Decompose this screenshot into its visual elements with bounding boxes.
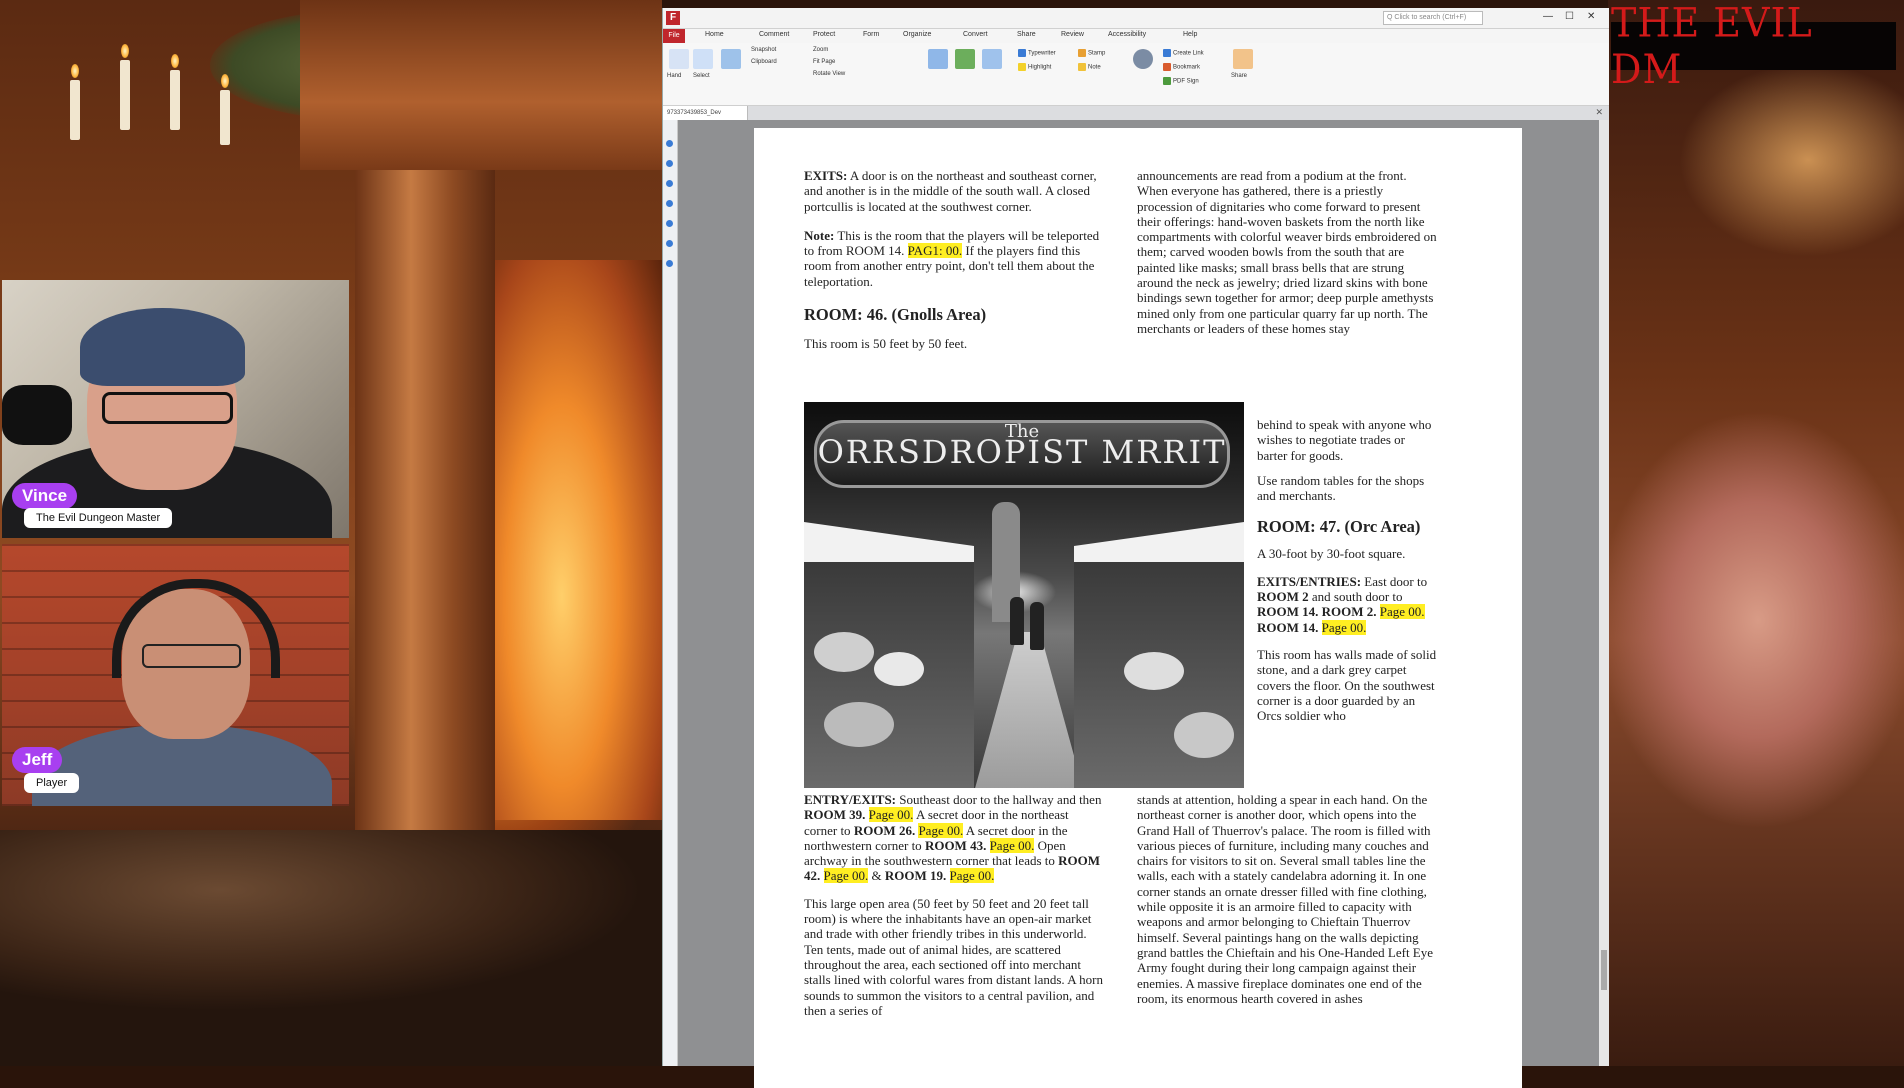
- ribbon-note[interactable]: Note: [1078, 63, 1101, 71]
- menu-accessibility[interactable]: Accessibility: [1108, 31, 1146, 38]
- ribbon-rotate-view[interactable]: Rotate View: [813, 71, 845, 77]
- fireplace-pillar: [355, 170, 495, 830]
- room-46-heading: ROOM: 46. (Gnolls Area): [804, 305, 987, 325]
- document-viewer[interactable]: EXITS: A door is on the northeast and so…: [678, 120, 1609, 1088]
- stream-title: THE EVIL DM: [1611, 0, 1813, 93]
- ribbon-toolbar: Hand Select Snapshot Clipboard Zoom Fit …: [663, 43, 1609, 106]
- webcam-vince: Vince The Evil Dungeon Master: [2, 280, 349, 538]
- grand-hall-paragraph: stands at attention, holding a spear in …: [1137, 792, 1434, 1006]
- negotiate-paragraph: behind to speak with anyone who wishes t…: [1257, 417, 1432, 463]
- left-column-top: EXITS: A door is on the northeast and so…: [804, 168, 1104, 361]
- cam-name-label: Vince: [12, 483, 78, 509]
- menu-review[interactable]: Review: [1061, 31, 1084, 38]
- minimize-button[interactable]: —: [1543, 11, 1553, 22]
- market-illustration: The ORRSDROPIST MRRIT: [804, 402, 1244, 788]
- left-toolbar: [663, 120, 678, 1066]
- user-icon[interactable]: [1133, 49, 1153, 69]
- ribbon-pdf-sign[interactable]: PDF Sign: [1163, 77, 1199, 85]
- webcam-jeff: Jeff Player: [2, 544, 349, 806]
- menu-help[interactable]: Help: [1183, 31, 1197, 38]
- room-47-walls: This room has walls made of solid stone,…: [1257, 646, 1437, 724]
- menu-protect[interactable]: Protect: [813, 31, 835, 38]
- menu-bar: File Home Comment Protect Form Organize …: [663, 29, 1609, 43]
- note-paragraph: Note: This is the room that the players …: [804, 227, 1100, 289]
- hand-tool-icon[interactable]: [669, 49, 689, 69]
- menu-convert[interactable]: Convert: [963, 31, 988, 38]
- edit-text-icon[interactable]: [928, 49, 948, 69]
- ribbon-fit-page[interactable]: Fit Page: [813, 59, 835, 65]
- left-column-bottom: ENTRY/EXITS: Southeast door to the hallw…: [804, 792, 1104, 1028]
- scrollbar-thumb[interactable]: [1601, 950, 1607, 990]
- stream-title-banner: THE EVIL DM: [1611, 0, 1896, 92]
- attachments-panel-icon[interactable]: [666, 200, 673, 207]
- signature-panel-icon[interactable]: [666, 260, 673, 267]
- market-sign: The ORRSDROPIST MRRIT: [814, 420, 1230, 488]
- room-47-size: A 30-foot by 30-foot square.: [1257, 546, 1406, 562]
- search-panel-icon[interactable]: [666, 240, 673, 247]
- search-input[interactable]: Q Click to search (Ctrl+F): [1383, 11, 1483, 25]
- menu-file[interactable]: File: [663, 29, 685, 43]
- right-column-bottom: stands at attention, holding a spear in …: [1137, 792, 1437, 1016]
- app-logo-icon: F: [666, 11, 680, 25]
- glasses-icon: [142, 644, 241, 668]
- maximize-button[interactable]: ☐: [1565, 11, 1574, 22]
- entry-exits-paragraph: ENTRY/EXITS: Southeast door to the hallw…: [804, 792, 1102, 884]
- title-bar: F Q Click to search (Ctrl+F) — ☐ ✕: [663, 8, 1609, 29]
- menu-home[interactable]: Home: [705, 31, 724, 38]
- cam-role-label: Player: [24, 773, 80, 793]
- cam-role-label: The Evil Dungeon Master: [24, 508, 173, 528]
- right-narrow-column: behind to speak with anyone who wishes t…: [1257, 417, 1437, 733]
- comments-panel-icon[interactable]: [666, 180, 673, 187]
- pdf-page: EXITS: A door is on the northeast and so…: [754, 128, 1522, 1088]
- ribbon-share[interactable]: Share: [1231, 73, 1247, 79]
- market-description: This large open area (50 feet by 50 feet…: [804, 895, 1103, 1018]
- exits-paragraph: EXITS: A door is on the northeast and so…: [804, 168, 1097, 214]
- selection-icon[interactable]: [982, 49, 1002, 69]
- close-button[interactable]: ✕: [1587, 11, 1595, 22]
- pdf-reader-window: F Q Click to search (Ctrl+F) — ☐ ✕ File …: [662, 8, 1609, 1088]
- room-47-heading: ROOM: 47. (Orc Area): [1257, 517, 1421, 537]
- add-text-icon[interactable]: [955, 49, 975, 69]
- cap-icon: [80, 308, 245, 386]
- document-tab-bar: 973373439853_Dev ✕: [663, 106, 1609, 121]
- candelabra: [50, 20, 250, 220]
- table-foreground: [0, 830, 662, 1066]
- ribbon-create-link[interactable]: Create Link: [1163, 49, 1204, 57]
- room-46-size: This room is 50 feet by 50 feet.: [804, 336, 968, 352]
- select-tool-icon[interactable]: [693, 49, 713, 69]
- ribbon-zoom[interactable]: Zoom: [813, 47, 828, 53]
- menu-organize[interactable]: Organize: [903, 31, 931, 38]
- menu-share[interactable]: Share: [1017, 31, 1036, 38]
- ribbon-clipboard[interactable]: Clipboard: [751, 59, 777, 65]
- ribbon-bookmark[interactable]: Bookmark: [1163, 63, 1200, 71]
- random-tables-paragraph: Use random tables for the shops and merc…: [1257, 472, 1425, 504]
- ribbon-select[interactable]: Select: [693, 73, 710, 79]
- background-sofa-scene: [1608, 0, 1904, 1066]
- room-47-exits: EXITS/ENTRIES: East door to ROOM 2 and s…: [1257, 573, 1428, 635]
- thumbnails-panel-icon[interactable]: [666, 160, 673, 167]
- page-ref-highlight: PAG1: 00.: [907, 243, 963, 259]
- bookmarks-panel-icon[interactable]: [666, 140, 673, 147]
- glasses-icon: [102, 392, 233, 424]
- document-tab[interactable]: 973373439853_Dev: [663, 106, 748, 120]
- snapshot-icon[interactable]: [721, 49, 741, 69]
- layers-panel-icon[interactable]: [666, 220, 673, 227]
- cam-name-label: Jeff: [12, 747, 63, 773]
- market-sign-title: ORRSDROPIST MRRIT: [817, 433, 1227, 471]
- ribbon-snapshot[interactable]: Snapshot: [751, 47, 776, 53]
- vertical-scrollbar[interactable]: [1599, 120, 1609, 1066]
- microphone-icon: [2, 385, 72, 445]
- ribbon-highlight[interactable]: Highlight: [1018, 63, 1051, 71]
- ribbon-stamp[interactable]: Stamp: [1078, 49, 1105, 57]
- right-column-top: announcements are read from a podium at …: [1137, 168, 1437, 346]
- ribbon-typewriter[interactable]: Typewriter: [1018, 49, 1056, 57]
- fireplace-mantel: [300, 0, 662, 170]
- announcements-paragraph: announcements are read from a podium at …: [1137, 168, 1437, 336]
- share-icon[interactable]: [1233, 49, 1253, 69]
- ribbon-hand[interactable]: Hand: [667, 73, 681, 79]
- close-tab-icon[interactable]: ✕: [1595, 107, 1603, 118]
- menu-comment[interactable]: Comment: [759, 31, 789, 38]
- fireplace-fire: [495, 260, 662, 820]
- menu-form[interactable]: Form: [863, 31, 879, 38]
